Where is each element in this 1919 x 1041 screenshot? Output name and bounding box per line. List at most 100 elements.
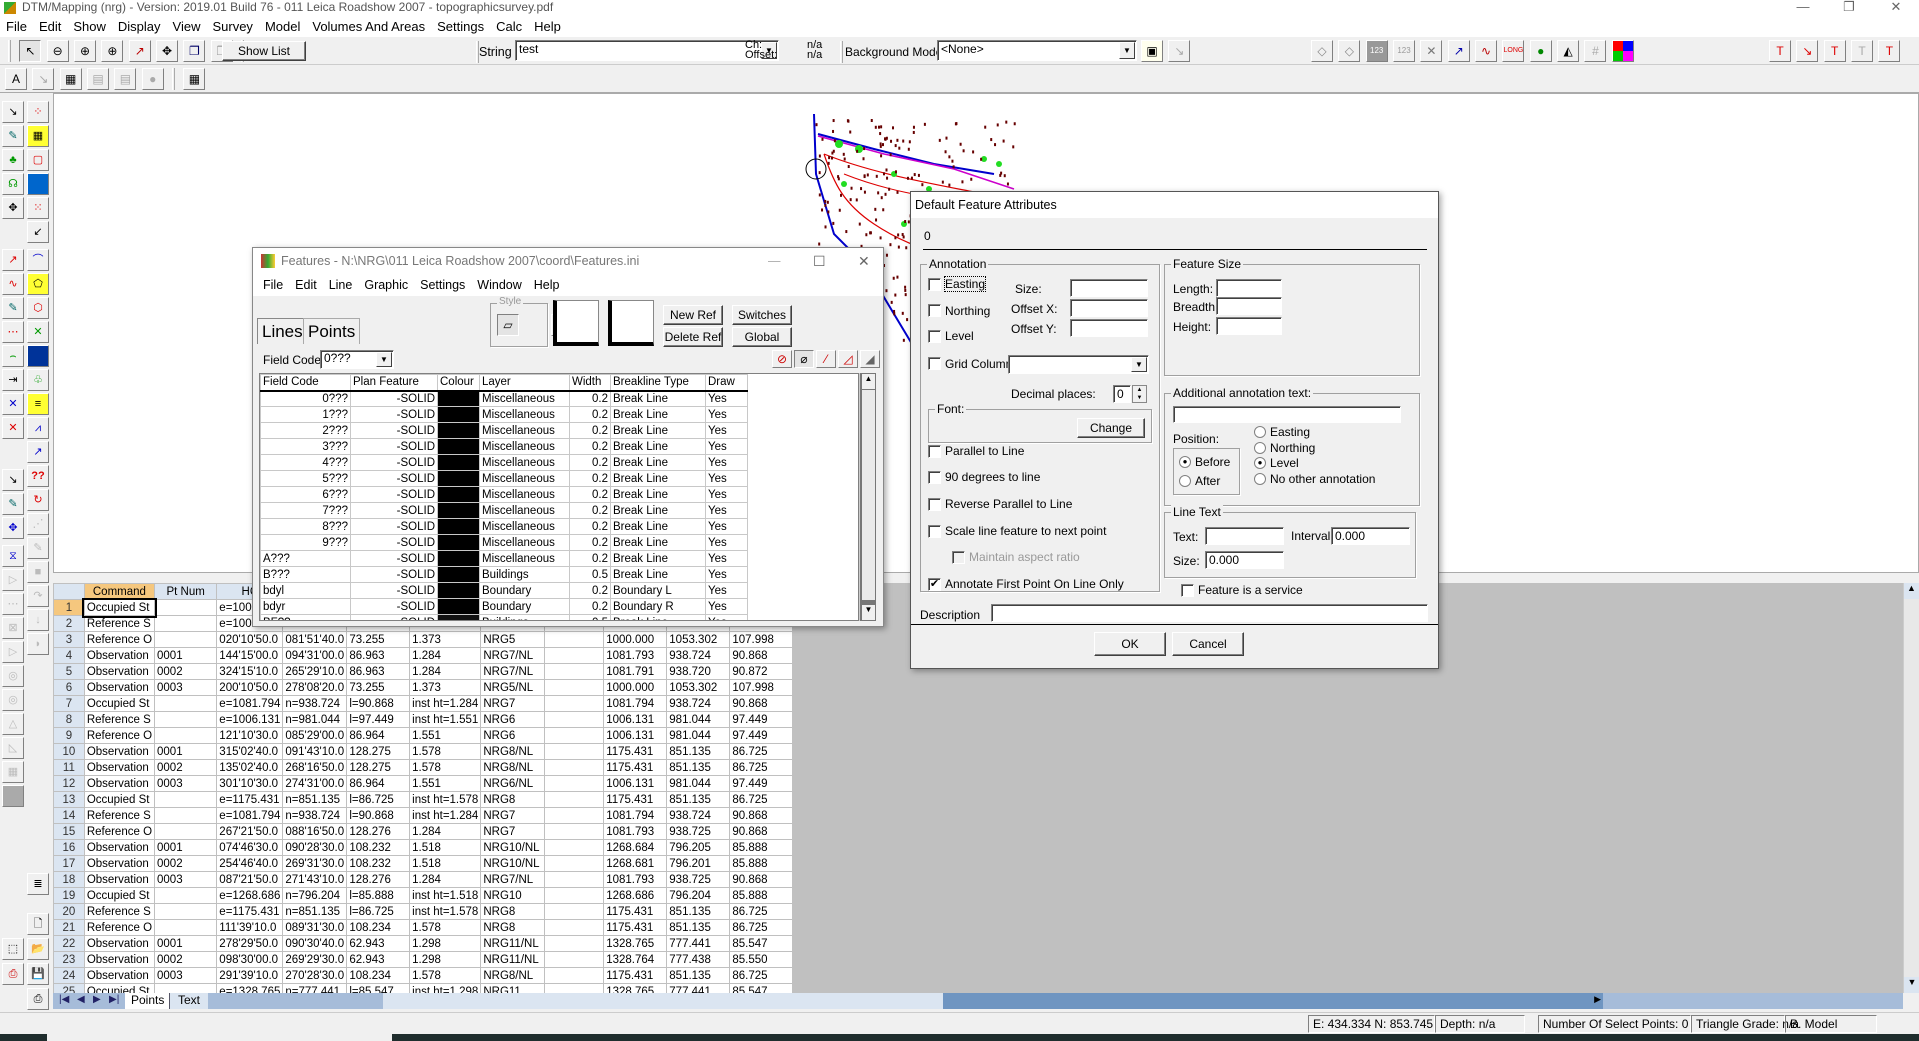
grid-cell[interactable] xyxy=(154,599,218,616)
grid-cell[interactable]: 1053.302 xyxy=(666,631,731,648)
draw-cell[interactable]: Yes xyxy=(705,422,748,439)
row-number[interactable]: 6 xyxy=(53,679,85,696)
grid-cell[interactable]: 094'31'00.0 xyxy=(282,647,348,664)
field-code-cell[interactable]: 3??? xyxy=(260,438,351,455)
scroll-up-icon[interactable]: ▲ xyxy=(862,374,875,389)
line-disabled-icon[interactable]: ↘ xyxy=(32,68,55,90)
grid-cell[interactable]: Observation xyxy=(83,951,156,968)
grid-cell[interactable]: NRG6/NL xyxy=(480,775,546,792)
draw-cell[interactable]: Yes xyxy=(705,614,748,620)
draw-cell[interactable]: Yes xyxy=(705,486,748,503)
grid-cell[interactable]: 108.234 xyxy=(346,919,411,936)
grid-cell[interactable]: 938.725 xyxy=(666,871,731,888)
grid-cell[interactable]: 85.888 xyxy=(729,887,793,904)
other-easting-radio[interactable] xyxy=(1254,426,1266,438)
disabled-grid-icon[interactable]: ▦ xyxy=(2,761,24,783)
extend-line-icon[interactable]: ↗ xyxy=(2,249,24,271)
height-input[interactable] xyxy=(1216,317,1282,335)
grid-cell[interactable]: Observation xyxy=(83,759,156,776)
grid-cell[interactable]: 108.232 xyxy=(346,839,411,856)
prev-sheet-icon[interactable]: ◀ xyxy=(77,994,85,1005)
menu-model[interactable]: Model xyxy=(259,17,306,37)
field-code-cell[interactable]: A??? xyxy=(260,550,351,567)
disabled-triangle-icon[interactable]: ▷ xyxy=(2,569,24,591)
grid-cell[interactable]: NRG8/NL xyxy=(480,759,546,776)
features-column-header[interactable]: Colour xyxy=(437,374,480,392)
grid-cell[interactable]: 128.275 xyxy=(346,743,411,760)
grid-cell[interactable]: Observation xyxy=(83,871,156,888)
grid-cell[interactable]: 777.441 xyxy=(666,935,731,952)
features-menu-graphic[interactable]: Graphic xyxy=(358,278,414,292)
offset-x-input[interactable] xyxy=(1070,299,1148,317)
plan-feature-cell[interactable]: -SOLID xyxy=(350,390,438,407)
width-cell[interactable]: 0.2 xyxy=(569,582,611,599)
plan-feature-cell[interactable]: -SOLID xyxy=(350,518,438,535)
horizontal-scrollbar[interactable]: ▶ xyxy=(383,993,1603,1009)
disabled-box-icon[interactable]: ⊠ xyxy=(2,617,24,639)
easting-checkbox[interactable] xyxy=(928,278,941,291)
grid-cell[interactable]: 274'31'00.0 xyxy=(282,775,348,792)
point-icon[interactable]: ● xyxy=(141,68,164,90)
grid-row[interactable]: 14 Reference S e=1081.794 n=938.724 l=90.868… xyxy=(53,807,793,824)
grid-cell[interactable]: 1081.794 xyxy=(603,695,668,712)
grid-cell[interactable]: 135'02'40.0 xyxy=(216,759,284,776)
grid-cell[interactable]: l=90.868 xyxy=(346,807,411,824)
grid-cell[interactable]: 90.868 xyxy=(729,807,793,824)
grid-cell[interactable]: NRG7/NL xyxy=(480,871,546,888)
grid-cell[interactable]: 085'29'00.0 xyxy=(282,727,348,744)
level-checkbox[interactable] xyxy=(928,330,941,343)
grid-cell[interactable]: l=97.449 xyxy=(346,711,411,728)
grid-cell[interactable]: 1006.131 xyxy=(603,775,668,792)
unload-model-icon[interactable]: ↘ xyxy=(1168,40,1191,62)
grid-row[interactable]: 3 Reference O 020'10'50.0 081'51'40.0 73.255… xyxy=(53,631,793,648)
row-number[interactable]: 15 xyxy=(53,823,85,840)
grid-cell[interactable]: 1175.431 xyxy=(603,919,668,936)
offset-y-input[interactable] xyxy=(1070,319,1148,337)
grid-cell[interactable] xyxy=(544,647,605,664)
row-number[interactable]: 18 xyxy=(53,871,85,888)
grid-cell[interactable]: 1.284 xyxy=(409,871,482,888)
row-number[interactable]: 11 xyxy=(53,759,85,776)
select-arrow-icon[interactable]: ↖ xyxy=(19,40,42,62)
grid-cell[interactable]: NRG10 xyxy=(480,887,546,904)
grid-icon[interactable]: # xyxy=(1584,40,1607,62)
menu-calc[interactable]: Calc xyxy=(490,17,528,37)
grid-cell[interactable]: 86.963 xyxy=(346,663,411,680)
features-menu-help[interactable]: Help xyxy=(528,278,566,292)
features-column-header[interactable]: Plan Feature xyxy=(350,374,438,392)
feature-text-icon[interactable]: T xyxy=(1823,40,1846,62)
next-sheet-icon[interactable]: ▶ xyxy=(93,994,101,1005)
row-number[interactable]: 12 xyxy=(53,775,85,792)
scroll-down-icon[interactable]: ▼ xyxy=(862,605,875,620)
menu-display[interactable]: Display xyxy=(112,17,167,37)
row-number[interactable]: 9 xyxy=(53,727,85,744)
breakline-type-cell[interactable]: Break Line xyxy=(610,454,706,471)
row-number[interactable]: 8 xyxy=(53,711,85,728)
northing-label[interactable]: Northing xyxy=(945,304,990,318)
other-easting-label[interactable]: Easting xyxy=(1270,425,1310,439)
new-file-icon[interactable]: 🗋 xyxy=(27,913,49,935)
scale-line-checkbox[interactable] xyxy=(928,525,941,538)
breakline-type-cell[interactable]: Break Line xyxy=(610,534,706,551)
grid-cell[interactable]: 1.518 xyxy=(409,839,482,856)
plan-feature-cell[interactable]: -SOLID xyxy=(350,438,438,455)
grid-cell[interactable]: 981.044 xyxy=(666,775,731,792)
disabled-points-icon[interactable]: ⋰ xyxy=(27,513,49,535)
grid-cell[interactable]: 1.284 xyxy=(409,663,482,680)
text-disabled-icon[interactable]: T xyxy=(1851,40,1874,62)
grid-cell[interactable] xyxy=(544,775,605,792)
grid-cell[interactable]: n=851.135 xyxy=(282,903,348,920)
grid-cell[interactable] xyxy=(544,663,605,680)
open-line-icon[interactable]: ⁄ xyxy=(816,350,836,368)
ninety-degrees-label[interactable]: 90 degrees to line xyxy=(945,470,1040,484)
features-table-row[interactable]: bdyr -SOLID Boundary 0.2 Boundary R Yes xyxy=(260,598,748,615)
disabled-sort-icon[interactable]: ↓ xyxy=(27,609,49,631)
grid-cell[interactable] xyxy=(544,903,605,920)
draw-cell[interactable]: Yes xyxy=(705,518,748,535)
grid-cell[interactable] xyxy=(154,727,218,744)
join-lines-icon[interactable]: ✕ xyxy=(27,321,49,343)
features-table-row[interactable]: 7??? -SOLID Miscellaneous 0.2 Break Line Yes xyxy=(260,502,748,519)
grid-cell[interactable]: 777.438 xyxy=(666,951,731,968)
grid-cell[interactable]: 254'46'40.0 xyxy=(216,855,284,872)
grid-cell[interactable]: 268'16'50.0 xyxy=(282,759,348,776)
